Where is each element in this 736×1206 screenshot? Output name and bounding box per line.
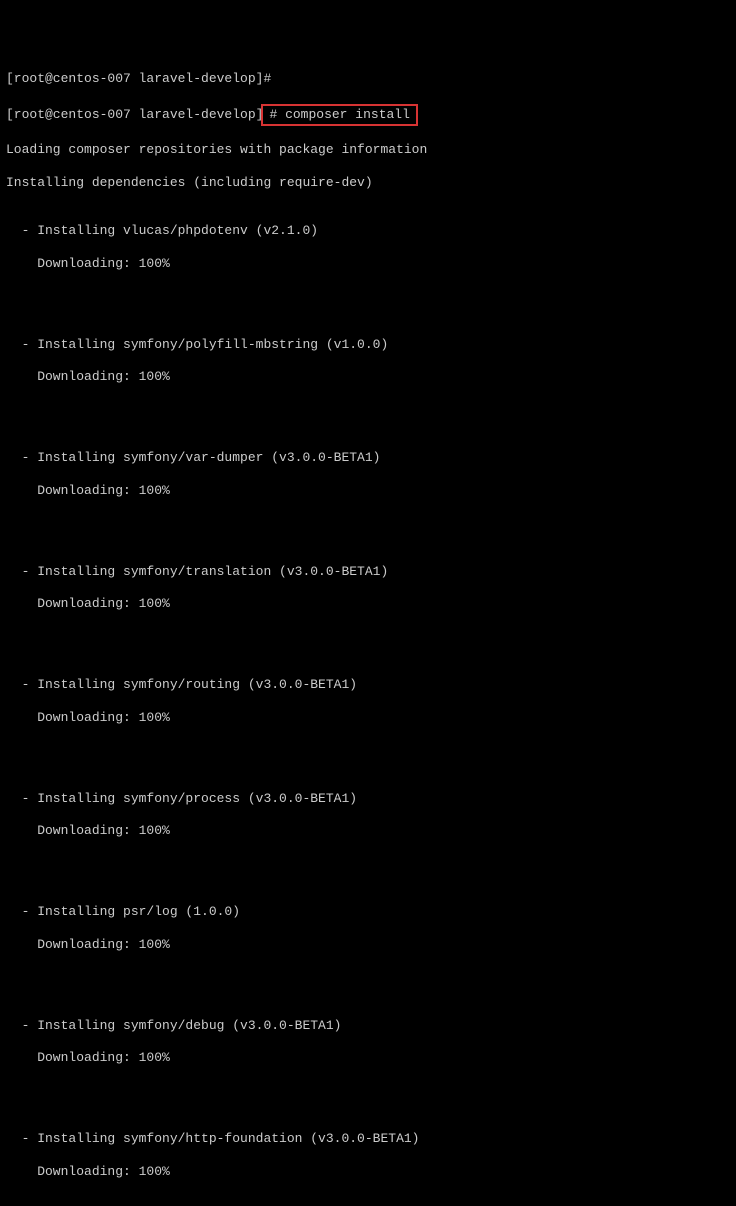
install-line: - Installing symfony/process (v3.0.0-BET…	[6, 791, 730, 807]
download-line: Downloading: 100%	[6, 710, 730, 726]
prompt-hash: #	[269, 107, 277, 122]
install-line: - Installing symfony/debug (v3.0.0-BETA1…	[6, 1018, 730, 1034]
command-text: composer install	[285, 107, 410, 122]
prompt-user-host: [root@centos-007 laravel-develop]	[6, 71, 263, 86]
blank-line	[6, 742, 730, 758]
output-installing-deps: Installing dependencies (including requi…	[6, 175, 730, 191]
command-highlight-box: # composer install	[261, 104, 417, 126]
install-line: - Installing symfony/routing (v3.0.0-BET…	[6, 677, 730, 693]
blank-line	[6, 1196, 730, 1206]
download-line: Downloading: 100%	[6, 1050, 730, 1066]
prompt-hash: #	[263, 71, 271, 86]
blank-line	[6, 288, 730, 304]
download-line: Downloading: 100%	[6, 483, 730, 499]
install-line: - Installing symfony/translation (v3.0.0…	[6, 564, 730, 580]
download-line: Downloading: 100%	[6, 596, 730, 612]
blank-line	[6, 856, 730, 872]
install-line: - Installing vlucas/phpdotenv (v2.1.0)	[6, 223, 730, 239]
download-line: Downloading: 100%	[6, 1164, 730, 1180]
blank-line	[6, 969, 730, 985]
install-line: - Installing psr/log (1.0.0)	[6, 904, 730, 920]
install-line: - Installing symfony/var-dumper (v3.0.0-…	[6, 450, 730, 466]
download-line: Downloading: 100%	[6, 937, 730, 953]
download-line: Downloading: 100%	[6, 256, 730, 272]
install-line: - Installing symfony/polyfill-mbstring (…	[6, 337, 730, 353]
blank-line	[6, 1083, 730, 1099]
blank-line	[6, 629, 730, 645]
prompt-line-1: [root@centos-007 laravel-develop]#	[6, 71, 730, 87]
output-loading: Loading composer repositories with packa…	[6, 142, 730, 158]
install-line: - Installing symfony/http-foundation (v3…	[6, 1131, 730, 1147]
download-line: Downloading: 100%	[6, 369, 730, 385]
prompt-line-2[interactable]: [root@centos-007 laravel-develop]# compo…	[6, 104, 730, 126]
blank-line	[6, 402, 730, 418]
blank-line	[6, 515, 730, 531]
prompt-user-host: [root@centos-007 laravel-develop]	[6, 107, 263, 122]
download-line: Downloading: 100%	[6, 823, 730, 839]
